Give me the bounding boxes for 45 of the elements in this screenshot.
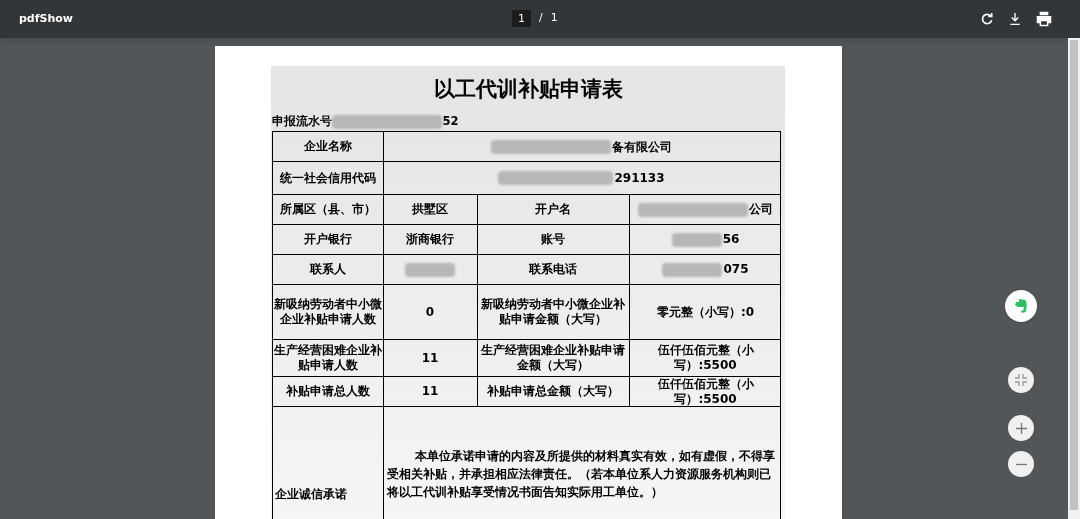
fit-page-button[interactable] — [1008, 367, 1034, 393]
document-title: pdfShow — [19, 10, 73, 27]
table-cell-text: 企业诚信承诺 — [274, 486, 347, 503]
page-separator: / — [539, 10, 543, 27]
print-icon[interactable] — [1035, 11, 1053, 27]
pledge-paragraph: 本单位承诺申请的内容及所提供的材料真实有效，如有虚假，不得享受相关补贴，并承担相应法律责任。（若本单位系人力资源服务机构则已将以工代训补贴享受情况书面告知实际用工单位。） — [386, 448, 776, 501]
table-cell-text: 联系人 — [309, 262, 346, 277]
table-cell-text: 开户名 — [535, 202, 571, 217]
table-cell-text: 所属区（县、市） — [279, 202, 376, 217]
table-cell-text: 联系电话 — [529, 262, 577, 277]
table-cell-text: 补贴申请总金额（大写） — [487, 384, 619, 399]
table-cell-text: 新吸纳劳动者中小微企业补贴申请人数 — [272, 297, 383, 327]
shrink-icon — [1015, 374, 1027, 386]
form-title: 以工代训补贴申请表 — [432, 76, 624, 103]
table-cell-text: 零元整（小写）:0 — [656, 304, 755, 320]
table-cell-text: 备有限公司 — [612, 138, 672, 156]
table-cell-text: 账号 — [541, 232, 565, 247]
table-cell-text: 生产经营困难企业补贴申请人数 — [272, 343, 383, 373]
table-cell-text: 11 — [421, 350, 439, 366]
download-icon[interactable] — [1007, 11, 1023, 27]
zoom-out-button[interactable] — [1008, 451, 1034, 477]
rotate-icon[interactable] — [979, 11, 995, 27]
table-cell-text: 11 — [421, 384, 439, 399]
table-cell-text: 拱墅区 — [412, 202, 448, 217]
page-number-field[interactable]: 1 — [512, 10, 531, 27]
table-cell-text: 075 — [723, 262, 749, 277]
zoom-in-button[interactable] — [1008, 415, 1034, 441]
table-cell-text: 生产经营困难企业补贴申请金额（大写） — [480, 343, 626, 373]
plus-icon — [1015, 422, 1027, 434]
table-cell-text: 统一社会信用代码 — [279, 170, 376, 186]
table-cell-text: 浙商银行 — [406, 232, 454, 247]
table-cell-text: 开户银行 — [303, 232, 352, 247]
serial-number: 52 — [442, 113, 459, 131]
table-cell-text: 企业名称 — [303, 139, 352, 154]
page-total: 1 — [550, 10, 558, 27]
table-cell-text: 公司 — [749, 202, 773, 217]
serial-label: 申报流水号 — [271, 113, 332, 131]
table-cell-text: 291133 — [614, 170, 665, 187]
scrollbar[interactable] — [1068, 38, 1080, 519]
table-cell-text: 新吸纳劳动者中小微企业补贴申请金额（大写） — [480, 297, 626, 327]
table-cell-text: 伍仟伍佰元整（小写）:5500 — [656, 343, 755, 373]
table-cell-text: 56 — [722, 232, 740, 247]
table-cell-text: 0 — [425, 304, 435, 320]
table-cell-text: 补贴申请总人数 — [285, 384, 370, 399]
table-cell-text: 伍仟伍佰元整（小写）:5500 — [656, 376, 755, 407]
